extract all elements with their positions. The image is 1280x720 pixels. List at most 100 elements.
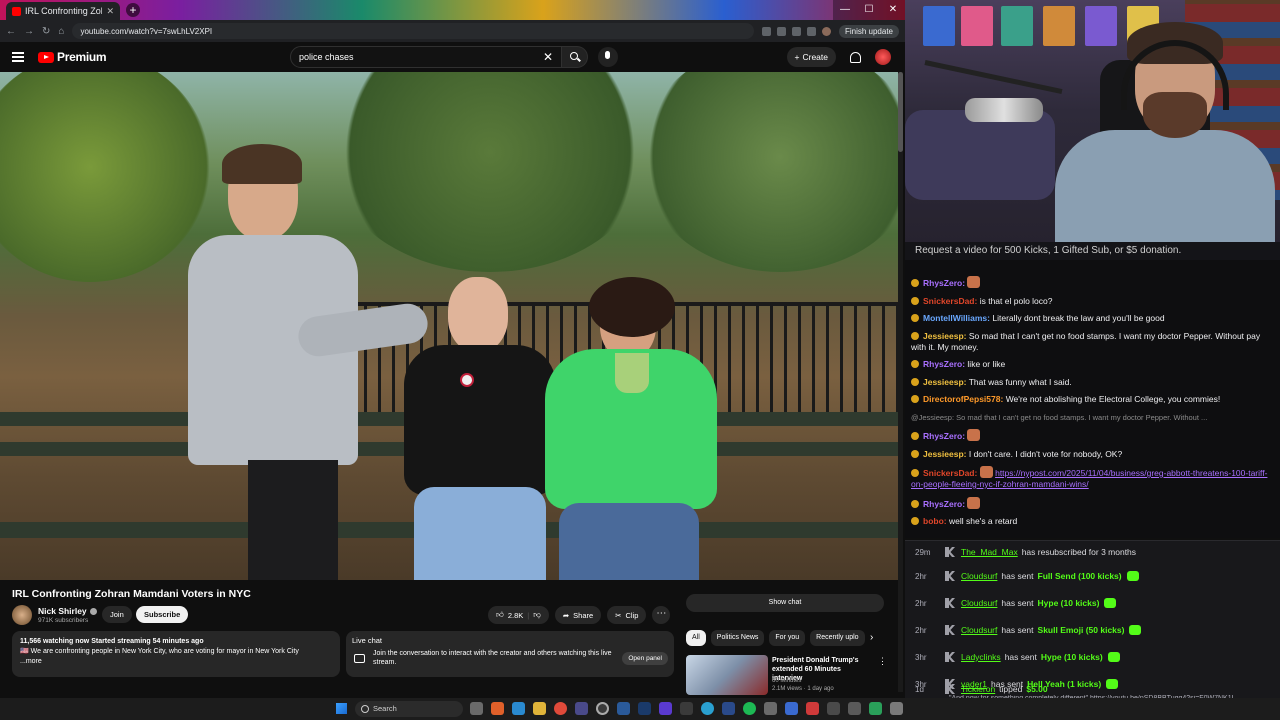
chip-politics-news[interactable]: Politics News	[710, 630, 765, 646]
close-tab-icon[interactable]: ✕	[106, 6, 114, 17]
close-window-button[interactable]: ✕	[881, 0, 905, 20]
chat-username[interactable]: RhysZero:	[923, 359, 965, 369]
open-panel-button[interactable]: Open panel	[622, 651, 668, 665]
chat-username[interactable]: MontellWilliams:	[923, 313, 990, 323]
app-icon[interactable]	[890, 702, 903, 715]
subscribe-button[interactable]: Subscribe	[136, 606, 189, 623]
voice-search-mic-icon[interactable]	[598, 47, 618, 67]
browser-tab[interactable]: IRL Confronting Zohran Ma... ✕	[6, 2, 120, 20]
extension-icon[interactable]	[761, 26, 771, 36]
chip-recently-uploaded[interactable]: Recently uplo	[810, 630, 865, 646]
channel-avatar[interactable]	[12, 605, 32, 625]
finish-update-button[interactable]: Finish update	[838, 24, 899, 38]
create-button[interactable]: + Create	[786, 47, 836, 67]
chip-for-you[interactable]: For you	[769, 630, 806, 646]
app-icon[interactable]	[764, 702, 777, 715]
description-box[interactable]: 11,566 watching now Started streaming 54…	[12, 631, 340, 677]
notifications-bell-icon[interactable]	[850, 51, 861, 63]
chip-all[interactable]: All	[686, 630, 706, 646]
channel-name-text: Nick Shirley	[38, 606, 87, 616]
chevron-right-icon[interactable]: ›	[870, 632, 873, 643]
app-icon[interactable]	[806, 702, 819, 715]
event-username[interactable]: Tickleron	[961, 684, 995, 694]
more-vert-icon[interactable]: ⋮	[878, 656, 887, 667]
file-explorer-icon[interactable]	[533, 702, 546, 715]
extension-icon[interactable]	[806, 26, 816, 36]
app-icon[interactable]	[827, 702, 840, 715]
clear-search-icon[interactable]: ✕	[543, 50, 553, 64]
url-input[interactable]: youtube.com/watch?v=7swLhLV2XPI	[72, 23, 754, 39]
share-button[interactable]: ➦ Share	[554, 606, 602, 624]
new-tab-button[interactable]: +	[126, 3, 140, 17]
app-icon[interactable]	[785, 702, 798, 715]
maximize-button[interactable]: ☐	[857, 0, 881, 20]
chat-username[interactable]: Jessieesp:	[923, 377, 966, 387]
chat-username[interactable]: SnickersDad:	[923, 296, 977, 306]
edge-icon[interactable]	[701, 702, 714, 715]
recommended-views: 2.1M views	[772, 686, 803, 692]
event-username[interactable]: Cloudsurf	[961, 625, 997, 635]
app-icon[interactable]	[512, 702, 525, 715]
like-button[interactable]: 👍︎ 2.8K | 👎︎	[488, 606, 549, 624]
join-button[interactable]: Join	[102, 606, 132, 623]
channel-name[interactable]: Nick Shirley	[38, 606, 97, 616]
page-scrollbar[interactable]	[898, 72, 903, 692]
account-avatar[interactable]	[875, 49, 891, 65]
minimize-button[interactable]: —	[833, 0, 857, 20]
more-actions-icon[interactable]: ⋯	[652, 606, 671, 624]
taskbar-search-input[interactable]: Search	[355, 701, 463, 717]
search-button[interactable]	[562, 46, 588, 68]
event-row: 2hr Cloudsurf has sent Hype (10 kicks)	[905, 592, 1280, 614]
chat-text: well she's a retard	[948, 516, 1018, 526]
kick-logo-icon	[945, 571, 955, 581]
chat-username[interactable]: RhysZero:	[923, 499, 965, 509]
event-username[interactable]: Cloudsurf	[961, 598, 997, 608]
home-icon[interactable]: ⌂	[58, 26, 64, 37]
chat-username[interactable]: bobo:	[923, 516, 947, 526]
recommended-video[interactable]: President Donald Trump's extended 60 Min…	[686, 655, 887, 695]
forward-icon[interactable]: →	[24, 26, 34, 37]
chat-username[interactable]: RhysZero:	[923, 278, 965, 288]
app-icon[interactable]	[848, 702, 861, 715]
chat-username[interactable]: SnickersDad:	[923, 468, 977, 478]
app-icon[interactable]	[680, 702, 693, 715]
event-username[interactable]: Ladyclinks	[961, 652, 1001, 662]
chat-username[interactable]: Jessieesp:	[923, 449, 966, 459]
app-icon[interactable]	[617, 702, 630, 715]
chat-username[interactable]: DirectorofPepsi578:	[923, 394, 1003, 404]
extension-icon[interactable]	[791, 26, 801, 36]
profile-icon[interactable]	[821, 26, 831, 36]
event-username[interactable]: The_Mad_Max	[961, 547, 1018, 557]
task-view-icon[interactable]	[470, 702, 483, 715]
app-icon[interactable]	[491, 702, 504, 715]
chat-message: RhysZero:	[911, 276, 1274, 289]
description-more-link[interactable]: ...more	[20, 657, 332, 667]
reload-icon[interactable]: ↻	[42, 26, 50, 37]
youtube-logo[interactable]: Premium	[38, 50, 107, 64]
show-chat-button[interactable]: Show chat	[686, 594, 884, 612]
spotify-icon[interactable]	[743, 702, 756, 715]
windows-start-icon[interactable]	[336, 703, 347, 714]
app-icon[interactable]	[869, 702, 882, 715]
scrollbar-thumb[interactable]	[898, 72, 903, 152]
kick-logo-icon	[945, 625, 955, 635]
clip-button[interactable]: ✂ Clip	[607, 606, 647, 624]
steam-icon[interactable]	[638, 702, 651, 715]
chat-username[interactable]: Jessieesp:	[923, 331, 966, 341]
recommended-thumbnail[interactable]	[686, 655, 768, 695]
chrome-icon[interactable]	[554, 702, 567, 715]
app-icon[interactable]	[659, 702, 672, 715]
video-player[interactable]	[0, 72, 900, 580]
extension-icon[interactable]	[776, 26, 786, 36]
app-icon[interactable]	[575, 702, 588, 715]
live-chat-text: Join the conversation to interact with t…	[373, 650, 612, 666]
search-input[interactable]: police chases ✕	[290, 46, 562, 68]
back-icon[interactable]: ←	[6, 26, 16, 37]
obs-icon[interactable]	[596, 702, 609, 715]
thumbs-down-icon[interactable]: 👎︎	[533, 610, 541, 620]
chat-username[interactable]: RhysZero:	[923, 431, 965, 441]
hamburger-menu-icon[interactable]	[12, 52, 24, 62]
event-username[interactable]: Cloudsurf	[961, 571, 997, 581]
chat-text: That was funny what I said.	[968, 376, 1072, 387]
app-icon[interactable]	[722, 702, 735, 715]
